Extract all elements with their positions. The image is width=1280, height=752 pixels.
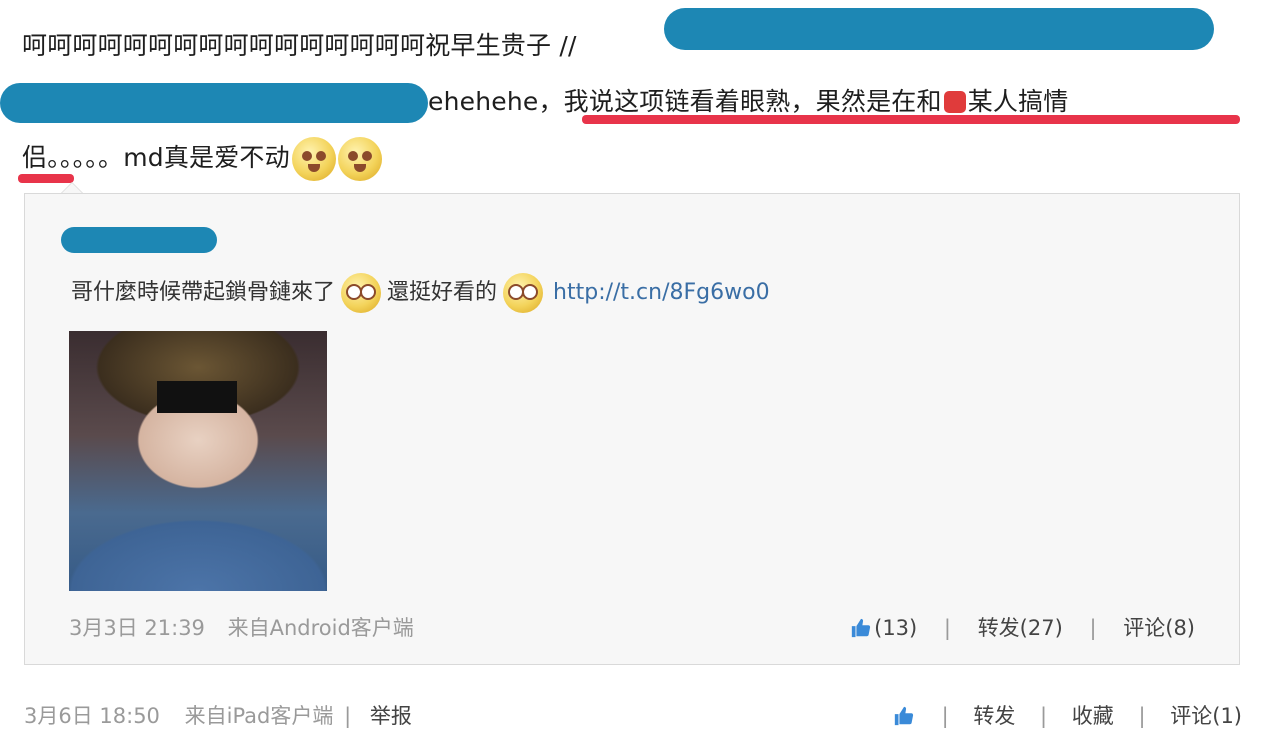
quoted-post-meta: 3月3日 21:39 来自Android客户端 [69, 612, 414, 642]
post-photo[interactable] [69, 331, 327, 591]
quoted-text-b: 還挺好看的 [387, 280, 498, 305]
repost-button[interactable]: 转发(27) [978, 616, 1063, 640]
report-button[interactable]: 举报 [370, 704, 412, 728]
emoji-icon [337, 137, 382, 181]
thumbs-up-icon [894, 706, 913, 726]
post-actions: | 转发 | 收藏 | 评论(1) [893, 700, 1242, 730]
comment-button[interactable]: 评论(8) [1123, 616, 1195, 640]
quoted-post-date[interactable]: 3月3日 21:39 [69, 616, 205, 640]
post-line-1: 呵呵呵呵呵呵呵呵呵呵呵呵呵呵呵呵祝早生贵子 // [22, 8, 1242, 74]
emoji-icon [341, 273, 382, 313]
post-line-2-text-c: 某人搞情 [967, 87, 1069, 116]
post-source: 来自iPad客户端 [184, 704, 334, 728]
post-line-3-text: 侣。。。。。md真是爱不动 [22, 143, 290, 172]
post-meta: 3月6日 18:50 来自iPad客户端 | 举报 [24, 704, 412, 728]
quoted-text-a: 哥什麼時候帶起鎖骨鏈來了 [71, 280, 336, 305]
short-link[interactable]: http://t.cn/8Fg6wo0 [553, 280, 770, 305]
quoted-post-text: 哥什麼時候帶起鎖骨鏈來了 還挺好看的 http://t.cn/8Fg6wo0 [71, 272, 770, 314]
post-line-2-text-a: ehehehe， [428, 87, 564, 116]
highlight-underline [582, 115, 1240, 124]
quoted-post: 哥什麼時候帶起鎖骨鏈來了 還挺好看的 http://t.cn/8Fg6wo0 3月3… [24, 193, 1240, 665]
repost-button[interactable]: 转发 [973, 704, 1015, 728]
like-count: (13) [874, 616, 918, 640]
censor-bar [157, 381, 237, 413]
like-button[interactable]: (13) [850, 616, 924, 640]
post-line-1-text: 呵呵呵呵呵呵呵呵呵呵呵呵呵呵呵呵祝早生贵子 // [22, 31, 577, 60]
thumbs-up-icon [851, 618, 871, 638]
post-line-3: 侣。。。。。md真是爱不动 [22, 130, 1242, 186]
quoted-post-actions: (13) | 转发(27) | 评论(8) [850, 612, 1195, 642]
comment-button[interactable]: 评论(1) [1170, 704, 1242, 728]
like-button[interactable] [893, 704, 924, 728]
redacted-username [664, 8, 1214, 50]
heart-icon [943, 91, 966, 113]
emoji-icon [503, 273, 544, 313]
post-text: 呵呵呵呵呵呵呵呵呵呵呵呵呵呵呵呵祝早生贵子 // ehehehe，我说这项链看着… [0, 8, 1242, 186]
quoted-post-source: 来自Android客户端 [227, 616, 414, 640]
post-line-2-text-b: 我说这项链看着眼熟，果然是在和 [563, 87, 942, 116]
post-date[interactable]: 3月6日 18:50 [24, 704, 160, 728]
redacted-username [0, 83, 428, 123]
redacted-author[interactable] [61, 227, 217, 253]
emoji-icon [291, 137, 336, 181]
favorite-button[interactable]: 收藏 [1072, 704, 1114, 728]
